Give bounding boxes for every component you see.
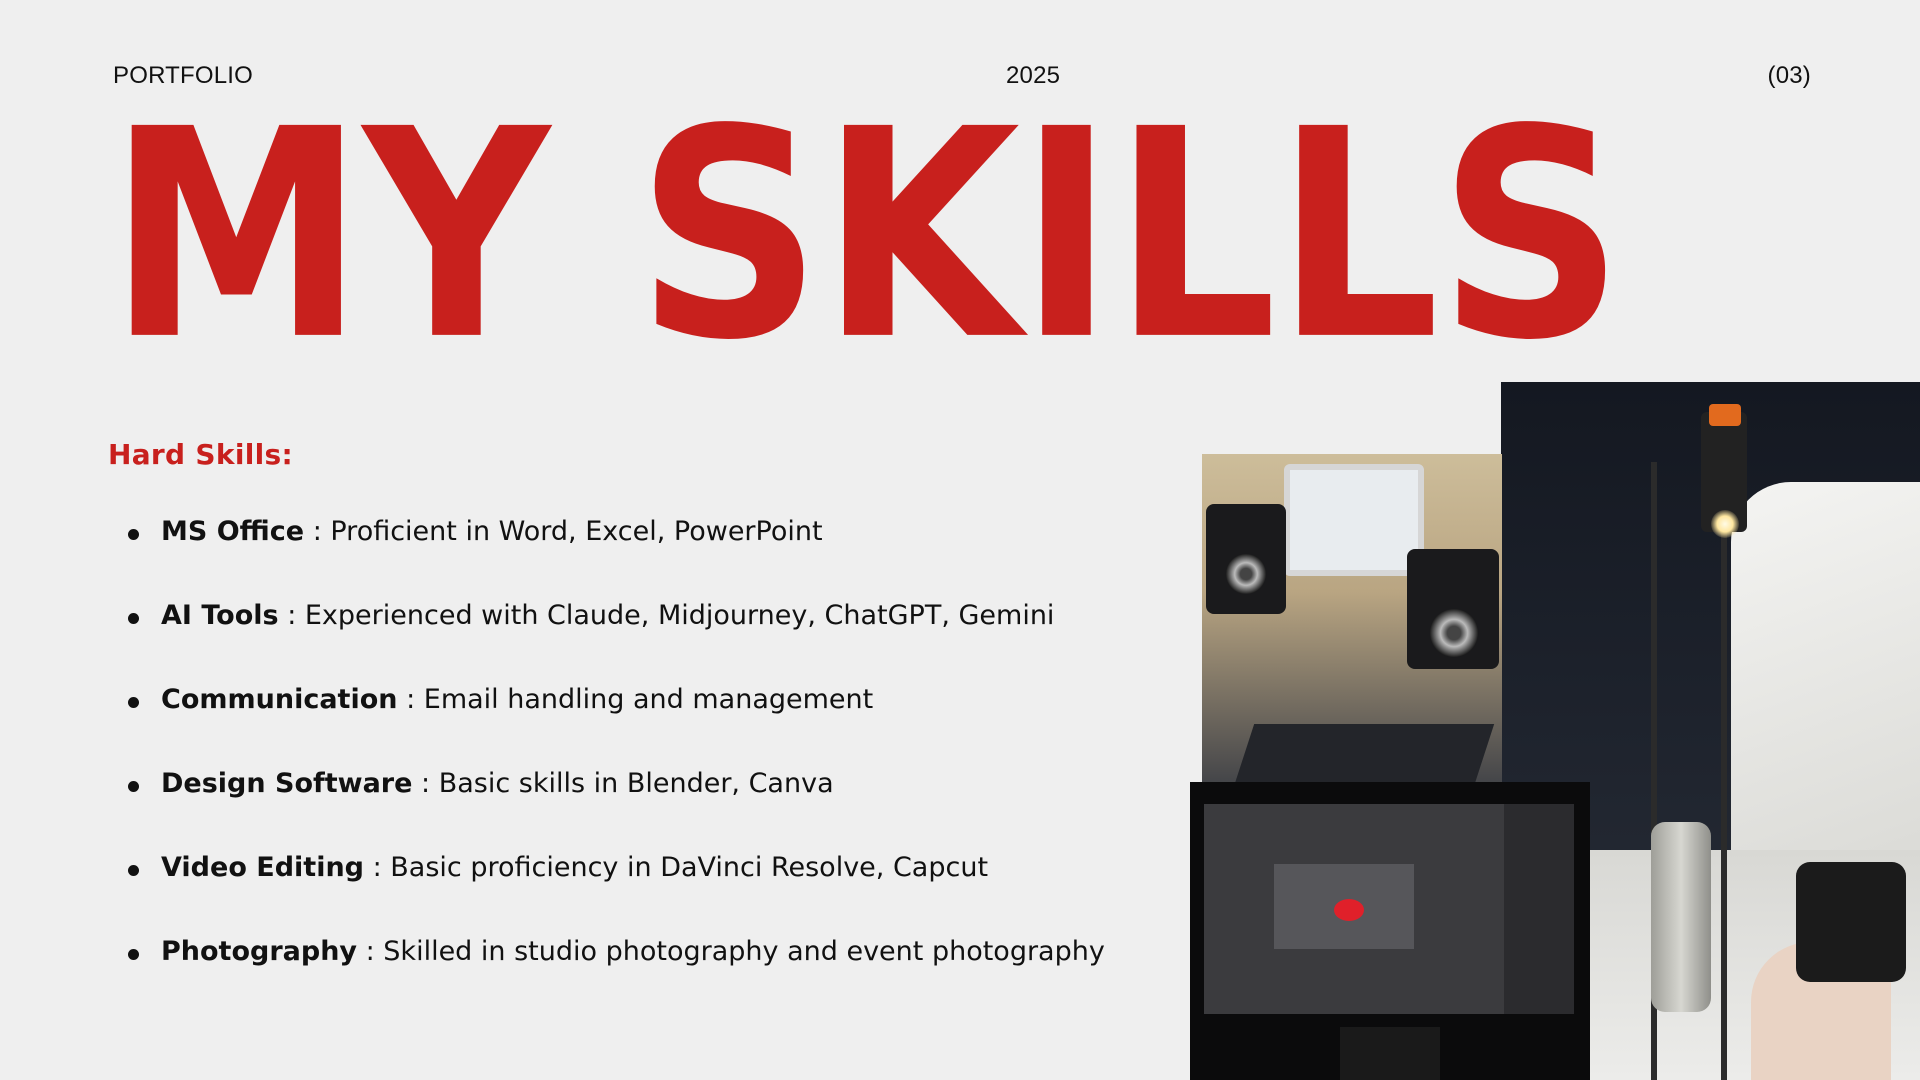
camera-icon [1796, 862, 1906, 982]
properties-panel [1504, 804, 1574, 1014]
skill-separator: : [357, 936, 384, 967]
skill-detail: Basic skills in Blender, Canva [438, 768, 834, 799]
skill-item: MS Office : Proficient in Word, Excel, P… [128, 516, 1188, 600]
header-page-number: (03) [1767, 62, 1811, 89]
bullet-icon [128, 697, 139, 708]
skill-item: Video Editing : Basic proficiency in DaV… [128, 852, 1188, 936]
skill-separator: : [304, 516, 331, 547]
bullet-icon [128, 529, 139, 540]
studio-lamp-glow [1711, 510, 1739, 538]
skill-name: Communication [161, 684, 398, 715]
skill-item: Communication : Email handling and manag… [128, 684, 1188, 768]
skill-separator: : [412, 768, 439, 799]
desk-monitor [1284, 464, 1424, 576]
skill-separator: : [364, 852, 391, 883]
product-props [1651, 822, 1711, 1012]
monitor-screen [1204, 804, 1574, 1014]
skill-detail: Proficient in Word, Excel, PowerPoint [330, 516, 823, 547]
monitor-stand [1340, 1027, 1440, 1080]
bullet-icon [128, 781, 139, 792]
skill-item: Design Software : Basic skills in Blende… [128, 768, 1188, 852]
3d-object [1334, 899, 1364, 921]
skill-name: Photography [161, 936, 358, 967]
section-heading-hard-skills: Hard Skills: [108, 438, 293, 471]
bullet-icon [128, 613, 139, 624]
photo-3d-software-monitor [1190, 782, 1590, 1080]
skill-detail: Email handling and management [423, 684, 874, 715]
speaker-cone [1226, 554, 1266, 594]
portfolio-slide: PORTFOLIO 2025 (03) MY SKILLS Hard Skill… [0, 0, 1920, 1080]
skill-name: Video Editing [161, 852, 365, 883]
skill-detail: Skilled in studio photography and event … [383, 936, 1105, 967]
bullet-icon [128, 949, 139, 960]
speaker-cone [1430, 609, 1478, 657]
bullet-icon [128, 865, 139, 876]
skill-item: AI Tools : Experienced with Claude, Midj… [128, 600, 1188, 684]
skill-name: Design Software [161, 768, 413, 799]
page-title: MY SKILLS [108, 68, 1624, 404]
light-stand [1721, 502, 1727, 1080]
skill-detail: Experienced with Claude, Midjourney, Cha… [304, 600, 1055, 631]
skill-separator: : [397, 684, 424, 715]
studio-lamp-cap [1709, 404, 1741, 426]
skill-name: AI Tools [161, 600, 279, 631]
skills-list: MS Office : Proficient in Word, Excel, P… [128, 516, 1188, 1020]
photo-desk-setup [1202, 454, 1502, 799]
skill-separator: : [278, 600, 305, 631]
skill-detail: Basic proficiency in DaVinci Resolve, Ca… [390, 852, 989, 883]
skill-item: Photography : Skilled in studio photogra… [128, 936, 1188, 1020]
skill-name: MS Office [161, 516, 305, 547]
